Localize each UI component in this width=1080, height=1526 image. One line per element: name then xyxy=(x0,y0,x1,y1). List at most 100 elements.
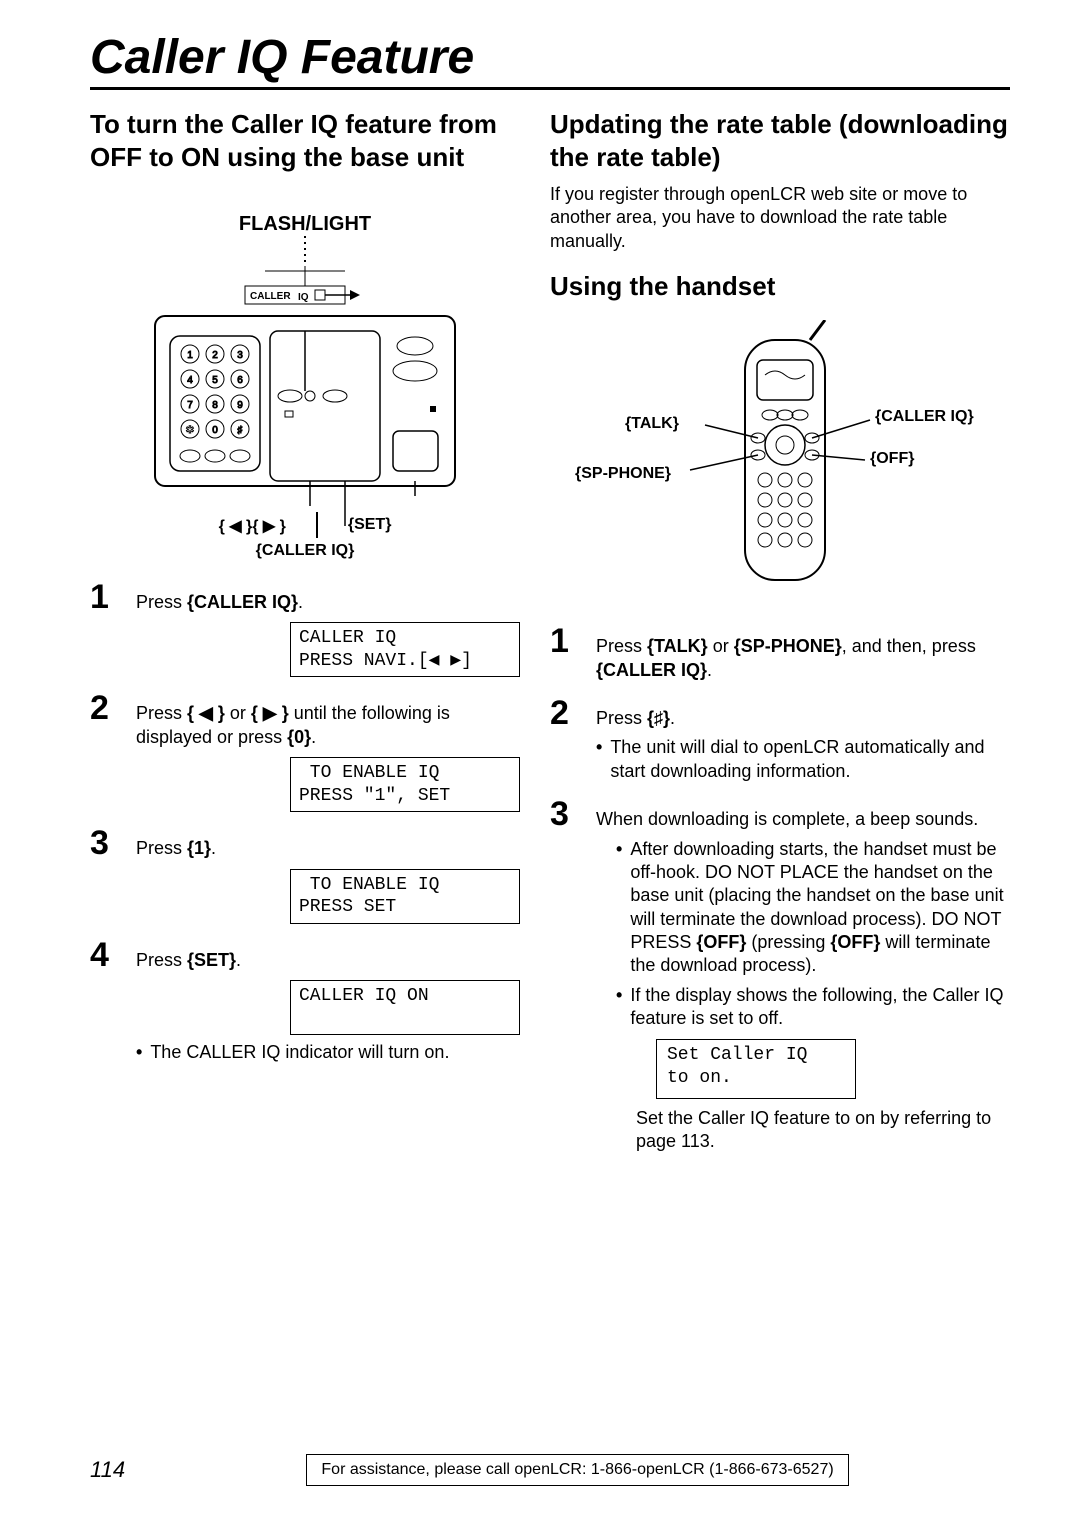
step-instruction: Press { ◀ } or { ▶ } until the following… xyxy=(136,702,520,749)
talk-button-ref: {TALK} xyxy=(647,636,708,656)
bullet-text: After downloading starts, the handset mu… xyxy=(630,838,1010,978)
off-label: {OFF} xyxy=(870,450,914,468)
bullet-text: If the display shows the following, the … xyxy=(630,984,1010,1031)
bullet-text: The CALLER IQ indicator will turn on. xyxy=(150,1041,449,1064)
svg-text:CALLER: CALLER xyxy=(250,291,291,302)
right-step-2: 2 Press {♯}. The unit will dial to openL… xyxy=(550,696,1010,783)
text: Press xyxy=(136,703,187,723)
svg-text:♯: ♯ xyxy=(238,425,243,436)
lcd-display: CALLER IQ ON xyxy=(290,980,520,1035)
step-instruction: Press {SET}. xyxy=(136,949,520,972)
bullet-icon xyxy=(616,984,622,1031)
content-columns: To turn the Caller IQ feature from OFF t… xyxy=(90,108,1010,1153)
text: Press xyxy=(136,838,187,858)
svg-text:8: 8 xyxy=(212,400,218,411)
sp-phone-label: {SP-PHONE} xyxy=(575,465,671,483)
bullet-icon xyxy=(596,736,602,783)
left-section-title: To turn the Caller IQ feature from OFF t… xyxy=(90,108,520,173)
one-button-ref: {1} xyxy=(187,838,211,858)
off-button-ref: {OFF} xyxy=(830,932,880,952)
pound-button-ref: {♯} xyxy=(647,708,670,728)
step-bullet-1: After downloading starts, the handset mu… xyxy=(616,838,1010,978)
right-column: Updating the rate table (downloading the… xyxy=(550,108,1010,1153)
svg-text:✱: ✱ xyxy=(186,425,194,436)
step-bullet: The CALLER IQ indicator will turn on. xyxy=(136,1041,520,1064)
text: or xyxy=(708,636,734,656)
text: Press xyxy=(596,636,647,656)
svg-text:6: 6 xyxy=(237,375,243,386)
text: . xyxy=(707,660,712,680)
caller-iq-below-label: {CALLER IQ} xyxy=(256,542,355,560)
step-number: 3 xyxy=(550,797,578,831)
off-button-ref: {OFF} xyxy=(696,932,746,952)
step-instruction: Press {TALK} or {SP-PHONE}, and then, pr… xyxy=(596,635,1010,682)
text: . xyxy=(670,708,675,728)
svg-text:0: 0 xyxy=(212,425,218,436)
text: , and then, press xyxy=(842,636,976,656)
step-bullet: The unit will dial to openLCR automatica… xyxy=(596,736,1010,783)
left-step-1: 1 Press {CALLER IQ}. CALLER IQ PRESS NAV… xyxy=(90,580,520,677)
base-button-labels: { ◀ }{ ▶ } {SET} xyxy=(219,516,392,538)
lcd-display: CALLER IQ PRESS NAVI.[◀ ▶] xyxy=(290,622,520,677)
page-footer: 114 For assistance, please call openLCR:… xyxy=(90,1454,1010,1486)
left-column: To turn the Caller IQ feature from OFF t… xyxy=(90,108,520,1153)
svg-text:4: 4 xyxy=(187,375,193,386)
text: . xyxy=(211,838,216,858)
caller-iq-label: {CALLER IQ} xyxy=(875,408,974,426)
svg-text:2: 2 xyxy=(212,350,218,361)
handset-illustration: {TALK} {SP-PHONE} {CALLER IQ} {OFF} xyxy=(550,310,1010,610)
zero-button-ref: {0} xyxy=(287,727,311,747)
text: . xyxy=(311,727,316,747)
step-instruction: Press {♯}. xyxy=(596,707,1010,730)
svg-text:7: 7 xyxy=(187,400,193,411)
set-button-ref: {SET} xyxy=(187,950,236,970)
page-number: 114 xyxy=(90,1457,125,1483)
step-number: 1 xyxy=(90,580,118,614)
tail-instruction: Set the Caller IQ feature to on by refer… xyxy=(636,1107,1010,1154)
text: or xyxy=(225,703,251,723)
svg-text:3: 3 xyxy=(237,350,243,361)
text: Press xyxy=(596,708,647,728)
divider-line xyxy=(316,512,318,538)
text: (pressing xyxy=(746,932,830,952)
text: Press xyxy=(136,592,187,612)
caller-iq-button-ref: {CALLER IQ} xyxy=(187,592,298,612)
text: Press xyxy=(136,950,187,970)
left-step-3: 3 Press {1}. TO ENABLE IQ PRESS SET xyxy=(90,826,520,923)
nav-arrows-label: { ◀ }{ ▶ } xyxy=(219,516,286,538)
bullet-icon xyxy=(616,838,622,978)
step-instruction: Press {CALLER IQ}. xyxy=(136,591,520,614)
sp-phone-button-ref: {SP-PHONE} xyxy=(734,636,842,656)
using-handset-heading: Using the handset xyxy=(550,271,1010,302)
left-arrow-button-ref: { ◀ } xyxy=(187,703,225,723)
base-unit-svg: CALLER IQ 1 2 3 4 5 6 7 8 xyxy=(135,236,475,536)
text: . xyxy=(298,592,303,612)
step-number: 2 xyxy=(90,691,118,725)
page-title: Caller IQ Feature xyxy=(90,30,1010,90)
svg-text:5: 5 xyxy=(212,375,218,386)
right-step-1: 1 Press {TALK} or {SP-PHONE}, and then, … xyxy=(550,624,1010,682)
step-instruction: Press {1}. xyxy=(136,837,520,860)
right-step-3: 3 When downloading is complete, a beep s… xyxy=(550,797,1010,1153)
left-step-4: 4 Press {SET}. CALLER IQ ON The CALLER I… xyxy=(90,938,520,1065)
set-label: {SET} xyxy=(348,516,392,538)
right-arrow-button-ref: { ▶ } xyxy=(251,703,289,723)
lcd-display: TO ENABLE IQ PRESS "1", SET xyxy=(290,757,520,812)
bullet-text: The unit will dial to openLCR automatica… xyxy=(610,736,1010,783)
lcd-display: Set Caller IQ to on. xyxy=(656,1039,856,1099)
step-instruction: When downloading is complete, a beep sou… xyxy=(596,808,1010,831)
svg-text:IQ: IQ xyxy=(298,292,309,303)
assistance-box: For assistance, please call openLCR: 1-8… xyxy=(306,1454,848,1486)
lcd-display: TO ENABLE IQ PRESS SET xyxy=(290,869,520,924)
step-number: 4 xyxy=(90,938,118,972)
step-number: 2 xyxy=(550,696,578,730)
svg-text:9: 9 xyxy=(237,400,243,411)
bullet-icon xyxy=(136,1041,142,1064)
right-intro: If you register through openLCR web site… xyxy=(550,183,1010,253)
flash-light-label: FLASH/LIGHT xyxy=(239,213,371,236)
talk-label: {TALK} xyxy=(625,415,679,433)
caller-iq-button-ref: {CALLER IQ} xyxy=(596,660,707,680)
base-unit-illustration: FLASH/LIGHT CALLER IQ 1 xyxy=(90,213,520,560)
right-section-title: Updating the rate table (downloading the… xyxy=(550,108,1010,173)
step-number: 3 xyxy=(90,826,118,860)
